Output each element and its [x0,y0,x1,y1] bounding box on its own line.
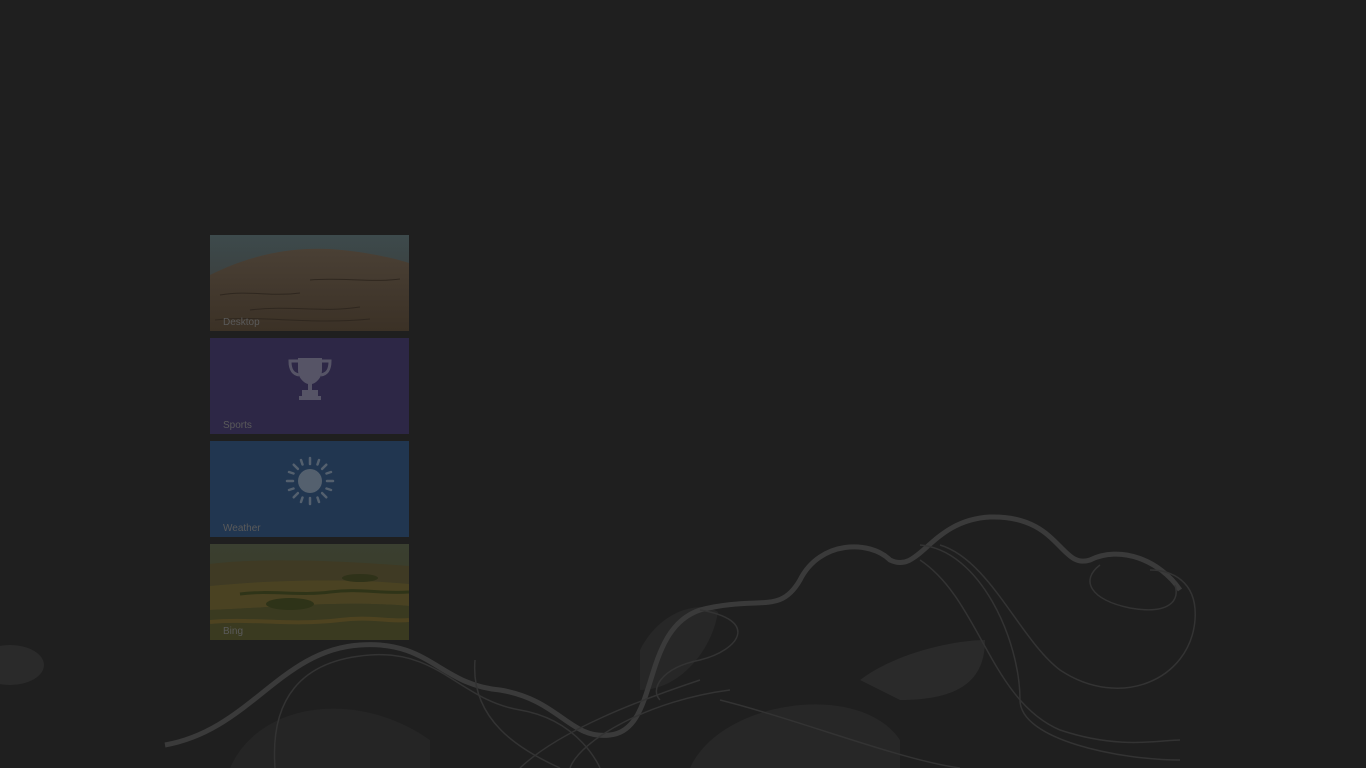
tile-label: Bing [223,626,244,637]
tile-label: Sports [223,420,252,431]
tile-label: Desktop [223,317,260,328]
start-screen: Desktop Sports Weather Bing [0,0,1366,768]
tile-label: Weather [223,523,261,534]
sun-icon [285,456,334,506]
tile-sports[interactable]: Sports [210,338,409,434]
tile-bing[interactable]: Bing [210,544,409,640]
tile-desktop[interactable]: Desktop [210,235,409,331]
trophy-icon [287,358,332,400]
tile-weather[interactable]: Weather [210,441,409,537]
background-swirl-art [0,514,1196,768]
